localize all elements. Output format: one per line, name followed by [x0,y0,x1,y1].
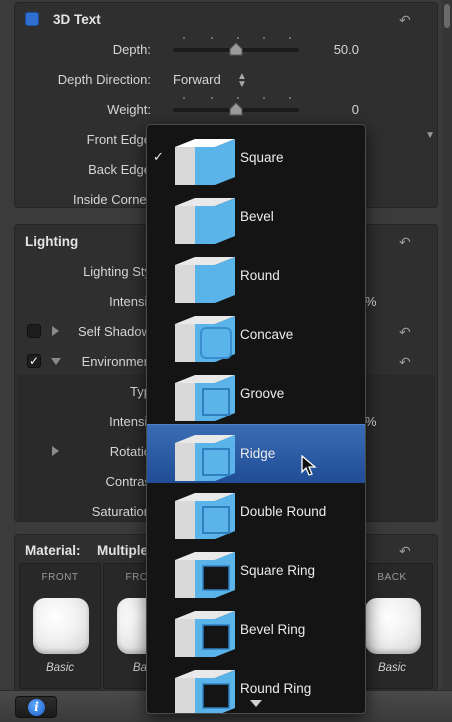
group-title: 3D Text [53,12,101,27]
menu-item-square[interactable]: ✓ Square [147,129,365,188]
edge-shape-preview-icon [171,133,237,187]
inside-corners-label: Inside Corner [72,192,151,207]
menu-item-label: Square [240,150,284,165]
mouse-cursor-icon [301,455,317,476]
reset-icon[interactable]: ↶ [399,355,413,369]
menu-item-label: Bevel Ring [240,622,306,637]
depth-label: Depth: [112,42,151,57]
reset-icon[interactable]: ↶ [399,235,413,249]
menu-item-groove[interactable]: Groove [147,365,365,424]
menu-item-label: Round Ring [240,681,312,696]
menu-item-label: Ridge [240,446,276,461]
slider-ticks [173,37,299,41]
menu-item-round[interactable]: Round [147,247,365,306]
intensity-label: Intensit [109,294,151,309]
edge-shape-preview-icon [171,369,237,423]
edge-style-dropdown-menu[interactable]: Round Ring Bevel Ring Square Ring Double Ro… [146,124,366,714]
inspector-scrollbar[interactable] [442,0,452,690]
menu-item-bevel-ring[interactable]: Bevel Ring [147,601,365,660]
menu-item-concave[interactable]: Concave [147,306,365,365]
disclosure-triangle-icon[interactable] [52,326,59,336]
material-label: Material: [25,543,81,558]
edge-shape-preview-icon [171,251,237,305]
group-title: Lighting [25,234,79,249]
self-shadows-checkbox[interactable] [27,324,41,338]
front-edge-label: Front Edge [86,132,151,147]
material-swatch[interactable] [33,598,89,654]
self-shadows-label: Self Shadow [78,324,151,339]
row-depth-direction: Depth Direction: Forward ▲ ▼ [15,64,437,94]
menu-item-square-ring[interactable]: Square Ring [147,542,365,601]
menu-item-label: Square Ring [240,563,316,578]
chevron-down-icon[interactable]: ▼ [425,130,435,141]
env-saturation-label: Saturation [91,504,151,519]
scroll-down-arrow-icon[interactable] [250,700,262,707]
menu-item-label: Groove [240,386,285,401]
back-edge-label: Back Edge [88,162,151,177]
material-card-head: FRONT [41,572,79,583]
menu-item-bevel[interactable]: Bevel [147,188,365,247]
weight-label: Weight: [107,102,151,117]
depth-slider-thumb[interactable] [229,42,243,56]
edge-shape-preview-icon [171,605,237,659]
menu-item-label: Concave [240,327,294,342]
lighting-style-label: Lighting Sty [83,264,151,279]
group-header-3d-text: 3D Text ↶ [15,5,437,33]
menu-item-label: Round [240,268,280,283]
disclosure-triangle-icon[interactable] [52,446,59,456]
material-value[interactable]: Multiple [97,543,148,558]
env-intensity-label: Intensit [109,414,151,429]
edge-shape-preview-icon [171,192,237,246]
disclosure-open-icon[interactable] [51,358,61,365]
menu-item-ridge[interactable]: Ridge [147,424,365,483]
reset-icon[interactable]: ↶ [399,13,413,27]
intensity-percent[interactable]: % [365,294,377,309]
info-icon: i [28,699,45,716]
weight-value[interactable]: 0 [352,102,359,117]
weight-slider-thumb[interactable] [229,102,243,116]
env-contrast-label: Contras [105,474,151,489]
slider-ticks [173,97,299,101]
scrollbar-thumb[interactable] [444,4,450,28]
edge-shape-preview-icon [171,664,237,713]
down-chevron-icon: ▼ [237,79,247,90]
info-button[interactable]: i [15,696,57,718]
reset-icon[interactable]: ↶ [399,544,413,558]
env-rotation-label: Rotatio [109,444,151,459]
checkmark-icon: ✓ [153,149,164,164]
edge-shape-preview-icon [171,487,237,541]
menu-item-label: Bevel [240,209,274,224]
edge-shape-preview-icon [171,310,237,364]
material-card-name: Basic [45,662,75,674]
depth-value[interactable]: 50.0 [334,42,359,57]
material-swatch[interactable] [365,598,421,654]
environment-label: Environmen [81,354,151,369]
material-card-front[interactable]: FRONT Basic [19,563,101,689]
row-depth: Depth: 50.0 [15,34,437,64]
menu-item-label: Double Round [240,504,327,519]
depth-direction-popup[interactable]: Forward [173,72,221,87]
row-weight: Weight: 0 [15,94,437,124]
depth-direction-label: Depth Direction: [57,72,151,87]
environment-checkbox[interactable]: ✓ [27,354,41,368]
edge-shape-preview-icon [171,429,237,483]
enable-3d-text-checkbox[interactable] [25,12,39,26]
edge-shape-preview-icon [171,546,237,600]
reset-icon[interactable]: ↶ [399,325,413,339]
env-intensity-percent[interactable]: % [365,414,377,429]
menu-item-double-round[interactable]: Double Round [147,483,365,542]
